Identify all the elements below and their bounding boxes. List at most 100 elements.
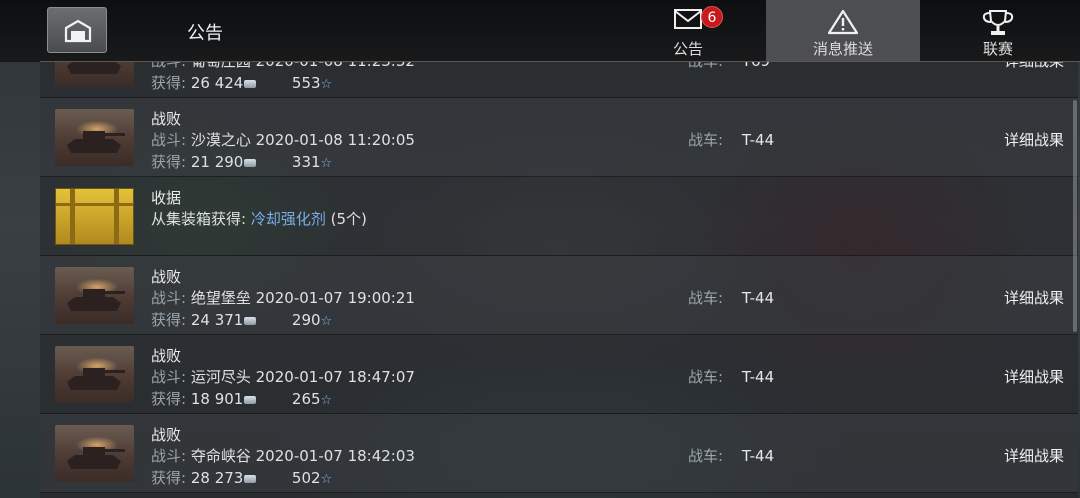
list-item: 战斗: 葡萄庄园 2020-01-08 11:23:32 获得: 26 424 … (40, 62, 1078, 98)
battle-label: 战斗: (151, 368, 187, 386)
tank-icon (67, 62, 121, 74)
battle-time: 2020-01-07 18:47:07 (255, 368, 415, 386)
silver-icon (244, 158, 257, 167)
tank-icon (67, 131, 125, 153)
earned-line: 获得: 18 901 265☆ (151, 388, 332, 409)
list-item: 战败 战斗: 运河尽头 2020-01-07 18:47:07 获得: 18 9… (40, 335, 1078, 414)
silver-icon (244, 316, 257, 325)
detailed-results-link[interactable]: 详细战果 (1004, 129, 1064, 150)
page-title: 公告 (187, 23, 223, 44)
tank-name: T-44 (741, 447, 775, 465)
silver-icon (244, 474, 257, 483)
detailed-results-link[interactable]: 详细战果 (1004, 287, 1064, 308)
detailed-results-link[interactable]: 详细战果 (1004, 62, 1064, 71)
top-bar: 公告 公告 6 消息推送 联赛 (0, 0, 1080, 62)
message-list[interactable]: 战斗: 葡萄庄园 2020-01-08 11:23:32 获得: 26 424 … (40, 62, 1078, 498)
map-name: 夺命峡谷 (190, 447, 251, 465)
tank-name: T-44 (741, 368, 775, 386)
result-title: 战败 (151, 347, 182, 365)
battle-thumbnail (55, 62, 134, 87)
header-divider (40, 61, 1080, 62)
battle-line: 战斗: 葡萄庄园 2020-01-08 11:23:32 (151, 62, 415, 71)
container-icon (55, 188, 134, 245)
battle-label: 战斗: (151, 131, 187, 149)
star-icon: ☆ (320, 156, 333, 171)
result-title: 战败 (151, 110, 182, 128)
reward-source: 从集装箱获得: (151, 210, 247, 228)
battle-thumbnail (55, 425, 134, 482)
star-icon: ☆ (320, 314, 333, 329)
trophy-icon (982, 10, 1014, 35)
receipt-title: 收据 (151, 189, 182, 207)
tank-icon (67, 289, 125, 311)
earned-line: 获得: 28 273 502☆ (151, 467, 332, 488)
tank-info: 战车: T-44 (688, 287, 774, 308)
reward-quantity: (5个) (330, 210, 367, 228)
battle-time: 2020-01-07 18:42:03 (255, 447, 415, 465)
result-title: 战败 (151, 268, 182, 286)
tab-league[interactable]: 联赛 (958, 0, 1038, 62)
battle-label: 战斗: (151, 289, 187, 307)
tab-label: 联赛 (982, 40, 1013, 58)
tank-label: 战车: (688, 447, 724, 465)
earned-label: 获得: (151, 311, 187, 329)
tank-label: 战车: (688, 368, 724, 386)
list-item: 战败 战斗: 夺命峡谷 2020-01-07 18:42:03 获得: 28 2… (40, 414, 1078, 493)
garage-icon (64, 19, 92, 43)
earned-line: 获得: 21 290 331☆ (151, 151, 332, 172)
credits-value: 26 424 (190, 74, 244, 92)
battle-label: 战斗: (151, 62, 186, 70)
list-item: 收据 从集装箱获得: 冷却强化剂 (5个) (40, 177, 1078, 256)
garage-button[interactable] (47, 7, 107, 53)
earned-line: 获得: 24 371 290☆ (151, 309, 332, 330)
tank-label: 战车: (688, 62, 723, 70)
tank-info: 战车: T-44 (688, 129, 774, 150)
list-item: 战败 战斗: 沙漠之心 2020-01-08 11:20:05 获得: 21 2… (40, 98, 1078, 177)
battle-label: 战斗: (151, 447, 187, 465)
xp-value: 502 (291, 469, 321, 487)
list-item: 战败 战斗: 绝望堡垒 2020-01-07 19:00:21 获得: 24 3… (40, 256, 1078, 335)
detailed-results-link[interactable]: 详细战果 (1004, 366, 1064, 387)
map-name: 葡萄庄园 (191, 62, 251, 70)
battle-line: 战斗: 夺命峡谷 2020-01-07 18:42:03 (151, 445, 415, 466)
result-title: 战败 (151, 426, 182, 444)
battle-line: 战斗: 沙漠之心 2020-01-08 11:20:05 (151, 129, 415, 150)
xp-value: 553 (291, 74, 321, 92)
tank-icon (67, 447, 125, 469)
credits-value: 21 290 (190, 153, 244, 171)
map-name: 绝望堡垒 (190, 289, 251, 307)
star-icon: ☆ (320, 77, 333, 92)
reward-line: 从集装箱获得: 冷却强化剂 (5个) (151, 208, 367, 229)
battle-time: 2020-01-08 11:23:32 (256, 62, 415, 70)
earned-label: 获得: (151, 74, 187, 92)
xp-value: 331 (291, 153, 321, 171)
message-list-content: 战斗: 葡萄庄园 2020-01-08 11:23:32 获得: 26 424 … (40, 62, 1078, 493)
xp-value: 265 (291, 390, 321, 408)
battle-time: 2020-01-07 19:00:21 (255, 289, 415, 307)
battle-thumbnail (55, 346, 134, 403)
tank-name: T69 (742, 62, 770, 70)
earned-label: 获得: (151, 153, 187, 171)
reward-item-link[interactable]: 冷却强化剂 (251, 210, 326, 228)
earned-label: 获得: (151, 469, 187, 487)
tank-info: 战车: T-44 (688, 445, 774, 466)
star-icon: ☆ (320, 472, 333, 487)
tank-label: 战车: (688, 131, 724, 149)
tank-icon (67, 368, 125, 390)
tank-info: 战车: T-44 (688, 366, 774, 387)
star-icon: ☆ (320, 393, 333, 408)
scrollbar[interactable] (1073, 100, 1077, 332)
battle-line: 战斗: 运河尽头 2020-01-07 18:47:07 (151, 366, 415, 387)
battle-thumbnail (55, 109, 134, 166)
detailed-results-link[interactable]: 详细战果 (1004, 445, 1064, 466)
map-name: 运河尽头 (190, 368, 251, 386)
silver-icon (244, 395, 257, 404)
tank-label: 战车: (688, 289, 724, 307)
tab-notifications[interactable]: 消息推送 (766, 0, 920, 62)
tank-info: 战车: T69 (688, 62, 770, 71)
earned-line: 获得: 26 424 553☆ (151, 72, 332, 93)
credits-value: 18 901 (190, 390, 244, 408)
tab-label: 公告 (672, 40, 703, 58)
earned-label: 获得: (151, 390, 187, 408)
battle-line: 战斗: 绝望堡垒 2020-01-07 19:00:21 (151, 287, 415, 308)
